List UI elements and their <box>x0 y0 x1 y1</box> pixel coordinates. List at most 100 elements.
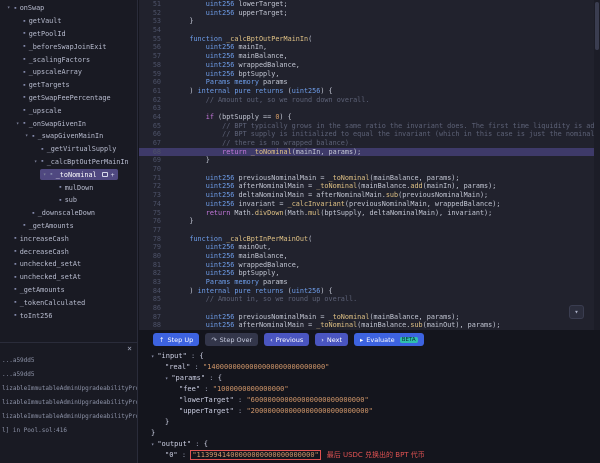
code-line[interactable]: 83 Params memory params <box>139 278 600 287</box>
tree-item[interactable]: ▪_upscale <box>0 104 137 117</box>
previous-button[interactable]: ‹Previous <box>264 333 309 346</box>
code-line[interactable]: 72 uint256 afterNominalMain = _toNominal… <box>139 182 600 191</box>
step-over-button[interactable]: ↷Step Over <box>205 333 258 346</box>
tree-item[interactable]: ▪_getAmounts <box>0 284 137 297</box>
stack-frame-item[interactable]: lizableImmutableAdminUpgradeabilityProxy… <box>0 396 137 410</box>
tree-item[interactable]: ▪getVault <box>0 15 137 28</box>
code-line[interactable]: 68 return _toNominal(mainIn, params); <box>139 148 600 157</box>
code-line[interactable]: 58 uint256 wrappedBalance, <box>139 61 600 70</box>
tree-item[interactable]: ▪_beforeSwapJoinExit <box>0 40 137 53</box>
tree-item[interactable]: ▪_scalingFactors <box>0 53 137 66</box>
code-line[interactable]: 74 uint256 invariant = _calcInvariant(pr… <box>139 200 600 209</box>
chevron-down-icon[interactable]: ▾ <box>7 5 14 11</box>
code-line[interactable]: 86 <box>139 304 600 313</box>
code-line[interactable]: 65 // BPT typically grows in the same ra… <box>139 122 600 131</box>
code-line[interactable]: 75 return Math.divDown(Math.mul(bptSuppl… <box>139 209 600 218</box>
code-line[interactable]: 84 ) internal pure returns (uint256) { <box>139 287 600 296</box>
code-line[interactable]: 87 uint256 previousNominalMain = _toNomi… <box>139 313 600 322</box>
stack-frame-item[interactable]: ...a59dd5 <box>0 354 137 368</box>
code-line[interactable]: 73 uint256 deltaNominalMain = afterNomin… <box>139 191 600 200</box>
code-line[interactable]: 52 uint256 upperTarget; <box>139 9 600 18</box>
tree-item[interactable]: ▾▪_calcBptOutPerMainIn <box>0 156 137 169</box>
comment-bubble-icon[interactable] <box>102 172 108 177</box>
code-line[interactable]: 53 } <box>139 17 600 26</box>
tree-item[interactable]: ▪unchecked_setAt <box>0 258 137 271</box>
code-line[interactable]: 59 uint256 bptSupply, <box>139 70 600 79</box>
tree-item[interactable]: ▪sub <box>0 194 137 207</box>
code-line[interactable]: 57 uint256 mainBalance, <box>139 52 600 61</box>
add-icon[interactable]: + <box>111 171 115 179</box>
code-line[interactable]: 78 function _calcBptInPerMainOut( <box>139 235 600 244</box>
collapse-arrow-icon[interactable]: ▾ <box>165 376 168 382</box>
tree-item[interactable]: ▪_getAmounts <box>0 220 137 233</box>
code-line[interactable]: 67 // there is no wrapped balance). <box>139 139 600 148</box>
stack-frame-item[interactable]: lizableImmutableAdminUpgradeabilityProxy… <box>0 410 137 424</box>
code-token: uint256 <box>206 9 235 17</box>
code-line[interactable]: 82 uint256 bptSupply, <box>139 269 600 278</box>
collapse-arrow-icon[interactable]: ▾ <box>151 354 154 360</box>
collapse-arrow-icon[interactable]: ▾ <box>151 442 154 448</box>
next-button[interactable]: ›Next <box>315 333 348 346</box>
code-line[interactable]: 79 uint256 mainOut, <box>139 243 600 252</box>
stack-frame-item[interactable]: ...a59dd5 <box>0 368 137 382</box>
evaluate-button[interactable]: ▸EvaluateBETA <box>354 333 424 346</box>
tree-item[interactable]: ▪_getVirtualSupply <box>0 143 137 156</box>
scrollbar-thumb[interactable] <box>595 2 599 50</box>
code-text: // there is no wrapped balance). <box>161 139 353 148</box>
close-icon[interactable]: × <box>127 343 132 354</box>
symbol-icon: ▪ <box>14 313 17 318</box>
code-line[interactable]: 61 ) internal pure returns (uint256) { <box>139 87 600 96</box>
step-up-button[interactable]: ↑Step Up <box>153 333 199 346</box>
code-line[interactable]: 51 uint256 lowerTarget; <box>139 0 600 9</box>
code-line[interactable]: 77 <box>139 226 600 235</box>
tree-item[interactable]: ▪toInt256 <box>0 309 137 322</box>
code-line[interactable]: 64 if (bptSupply == 0) { <box>139 113 600 122</box>
code-line[interactable]: 55 function _calcBptOutPerMainIn( <box>139 35 600 44</box>
code-text: uint256 previousNominalMain = _toNominal… <box>161 313 459 322</box>
tree-item-content: ▪getPoolId <box>13 28 69 39</box>
chevron-down-icon[interactable]: ▾ <box>34 159 41 165</box>
tree-item[interactable]: ▪getTargets <box>0 79 137 92</box>
tree-item-content: ▪_getAmounts <box>13 220 77 231</box>
code-line[interactable]: 76 } <box>139 217 600 226</box>
code-line[interactable]: 69 } <box>139 156 600 165</box>
code-line[interactable]: 85 // Amount in, so we round up overall. <box>139 295 600 304</box>
code-line[interactable]: 56 uint256 mainIn, <box>139 43 600 52</box>
code-text: uint256 invariant = _calcInvariant(previ… <box>161 200 500 209</box>
editor-scrollbar[interactable] <box>594 0 600 330</box>
tree-item[interactable]: ▾▪onSwap <box>0 2 137 15</box>
tree-item[interactable]: ▪unchecked_setAt <box>0 271 137 284</box>
tree-item[interactable]: ▪getPoolId <box>0 28 137 41</box>
code-line[interactable]: 66 // BPT supply is initialized to equal… <box>139 130 600 139</box>
tree-item[interactable]: ▪_downscaleDown <box>0 207 137 220</box>
code-line[interactable]: 54 <box>139 26 600 35</box>
chevron-down-icon[interactable]: ▾ <box>43 172 50 178</box>
symbol-icon: ▪ <box>41 159 44 164</box>
code-line[interactable]: 63 <box>139 104 600 113</box>
stack-frame-item[interactable]: l] in Pool.sol:416 <box>0 424 137 438</box>
tree-item[interactable]: ▪_tokenCalculated <box>0 296 137 309</box>
code-token: (mainBalance. <box>357 321 410 329</box>
tree-item[interactable]: ▾▪_swapGivenMainIn <box>0 130 137 143</box>
stack-frame-item[interactable]: lizableImmutableAdminUpgradeabilityProxy… <box>0 382 137 396</box>
code-line[interactable]: 88 uint256 afterNominalMain = _toNominal… <box>139 321 600 330</box>
tree-item[interactable]: ▪mulDown <box>0 181 137 194</box>
chevron-down-icon[interactable]: ▾ <box>25 133 32 139</box>
code-line[interactable]: 70 <box>139 165 600 174</box>
chevron-down-icon[interactable]: ▾ <box>16 121 23 127</box>
code-line[interactable]: 71 uint256 previousNominalMain = _toNomi… <box>139 174 600 183</box>
code-line[interactable]: 62 // Amount out, so we round down overa… <box>139 96 600 105</box>
code-line[interactable]: 81 uint256 wrappedBalance, <box>139 261 600 270</box>
code-line[interactable]: 80 uint256 mainBalance, <box>139 252 600 261</box>
tree-item[interactable]: ▾▪_toNominal+ <box>0 168 137 181</box>
tree-item[interactable]: ▪increaseCash <box>0 232 137 245</box>
tree-item[interactable]: ▪getSwapFeePercentage <box>0 92 137 105</box>
code-token: add <box>410 182 422 190</box>
code-token: invariant = <box>234 200 287 208</box>
tree-item[interactable]: ▪_upscaleArray <box>0 66 137 79</box>
scroll-down-button[interactable]: ▾ <box>569 305 584 319</box>
tree-item[interactable]: ▾▪_onSwapGivenIn <box>0 117 137 130</box>
tree-item[interactable]: ▪decreaseCash <box>0 245 137 258</box>
code-line[interactable]: 60 Params memory params <box>139 78 600 87</box>
tree-item-content: ▪_tokenCalculated <box>4 297 88 308</box>
